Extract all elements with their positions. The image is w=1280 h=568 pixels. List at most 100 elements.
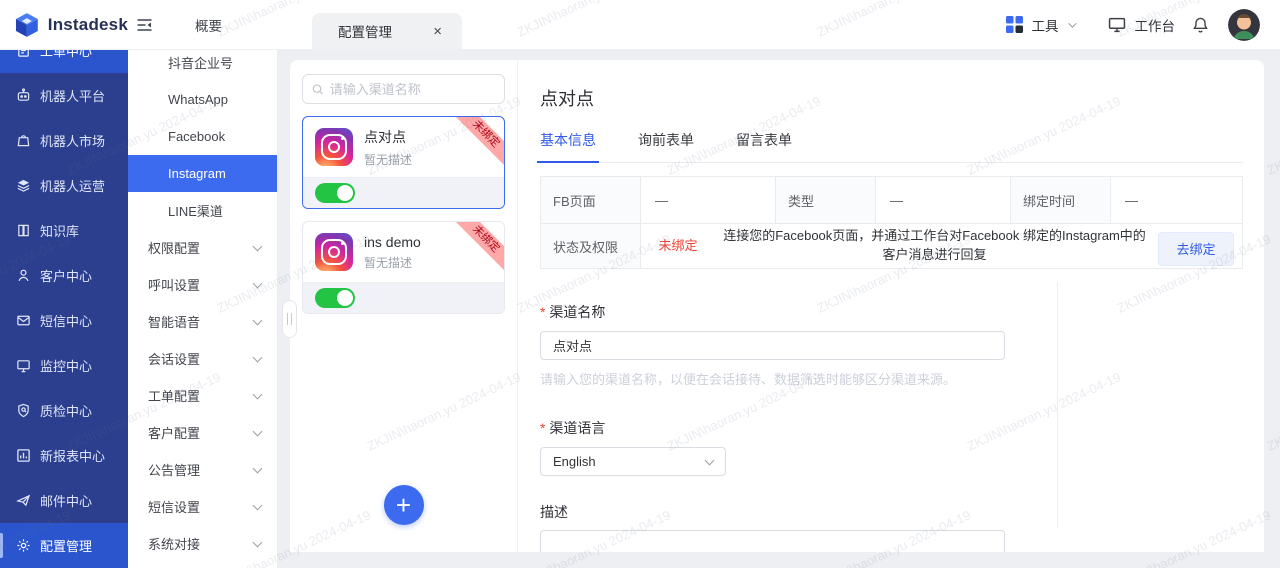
- chevron-down-icon: [253, 352, 263, 362]
- binding-info-table: FB页面 — 类型 — 绑定时间 — 状态及权限 未绑定 连接您的Faceboo…: [540, 176, 1243, 269]
- channel-card-title: 点对点: [364, 127, 412, 147]
- go-bind-button[interactable]: 去绑定: [1158, 232, 1234, 266]
- chevron-down-icon: [705, 455, 715, 465]
- sidebar-item-report-center[interactable]: 新报表中心: [0, 433, 128, 478]
- channel-card-ins-demo[interactable]: ins demo 暂无描述 未绑定: [302, 221, 505, 314]
- sidebar-item-monitor-center[interactable]: 监控中心: [0, 343, 128, 388]
- sidebar-item-knowledge-base[interactable]: 知识库: [0, 208, 128, 253]
- workbench-link[interactable]: 工作台: [1135, 15, 1176, 35]
- submenu-group-label: 公告管理: [148, 460, 200, 479]
- submenu-group-system-integration[interactable]: 系统对接: [128, 525, 277, 562]
- workbench-monitor-icon[interactable]: [1108, 16, 1126, 33]
- submenu-item-instagram[interactable]: Instagram: [128, 155, 277, 192]
- app-title: Instadesk: [48, 15, 128, 35]
- submenu-group-session-settings[interactable]: 会话设置: [128, 340, 277, 377]
- channel-enabled-toggle[interactable]: [315, 288, 355, 308]
- submenu-group-workorder-config[interactable]: 工单配置: [128, 377, 277, 414]
- tools-grid-icon[interactable]: [1006, 16, 1023, 33]
- main-content-card: 点对点 暂无描述 未绑定 ins demo 暂无描述: [290, 60, 1264, 552]
- add-channel-button[interactable]: +: [384, 485, 424, 525]
- instagram-icon: [315, 128, 353, 166]
- notification-bell-icon[interactable]: [1192, 16, 1209, 34]
- channel-card-title: ins demo: [364, 234, 421, 250]
- submenu-group-sms-settings[interactable]: 短信设置: [128, 488, 277, 525]
- sidebar-item-config-management[interactable]: 配置管理: [0, 523, 128, 568]
- sidebar-item-robot-operations[interactable]: 机器人运营: [0, 163, 128, 208]
- tab-pre-chat-form[interactable]: 询前表单: [638, 130, 694, 162]
- submenu-group-permission-config[interactable]: 权限配置: [128, 229, 277, 266]
- submenu-item-whatsapp[interactable]: WhatsApp: [128, 81, 277, 118]
- sidebar-item-label: 机器人市场: [40, 131, 105, 150]
- robot-market-icon: [16, 133, 31, 148]
- sidebar-item-label: 短信中心: [40, 311, 92, 330]
- tab-message-form[interactable]: 留言表单: [736, 130, 792, 162]
- sidebar-item-customer-center[interactable]: 客户中心: [0, 253, 128, 298]
- top-bar: Instadesk 概要 配置管理 × 工具 工作台: [0, 0, 1280, 50]
- channel-search-input[interactable]: [330, 82, 495, 97]
- close-tab-icon[interactable]: ×: [433, 24, 442, 39]
- chevron-down-icon: [253, 537, 263, 547]
- panel-collapse-handle[interactable]: [282, 300, 297, 338]
- user-avatar[interactable]: [1228, 9, 1260, 41]
- sidebar-item-label: 新报表中心: [40, 446, 105, 465]
- mail-center-icon: [16, 493, 31, 508]
- chevron-down-icon: [1068, 19, 1076, 27]
- submenu-group-customer-config[interactable]: 客户配置: [128, 414, 277, 451]
- chevron-down-icon: [253, 500, 263, 510]
- work-order-icon: [16, 50, 31, 58]
- type-label: 类型: [776, 177, 876, 223]
- submenu-item-douyin[interactable]: 抖音企业号: [128, 50, 277, 81]
- page-tab-config-active[interactable]: 配置管理 ×: [312, 13, 462, 49]
- sidebar-item-mail-center[interactable]: 邮件中心: [0, 478, 128, 523]
- sms-center-icon: [16, 313, 31, 328]
- submenu-group-label: 短信设置: [148, 497, 200, 516]
- chevron-down-icon: [253, 278, 263, 288]
- robot-platform-icon: [16, 88, 31, 103]
- sidebar-item-robot-market[interactable]: 机器人市场: [0, 118, 128, 163]
- submenu-item-label: Instagram: [168, 166, 226, 181]
- sidebar-item-sms-center[interactable]: 短信中心: [0, 298, 128, 343]
- channel-name-label: 渠道名称: [540, 302, 1264, 322]
- channel-card-p2p[interactable]: 点对点 暂无描述 未绑定: [302, 116, 505, 209]
- submenu-group-announcement[interactable]: 公告管理: [128, 451, 277, 488]
- sidebar-item-label: 机器人平台: [40, 86, 105, 105]
- channel-search[interactable]: [302, 74, 505, 104]
- sidebar-item-label: 知识库: [40, 221, 79, 240]
- submenu-group-call-settings[interactable]: 呼叫设置: [128, 266, 277, 303]
- customer-center-icon: [16, 268, 31, 283]
- primary-sidebar: 工单中心 机器人平台 机器人市场 机器人运营 知识库: [0, 50, 128, 568]
- instadesk-logo-icon: [14, 12, 40, 38]
- submenu-group-label: 会话设置: [148, 349, 200, 368]
- bind-time-label: 绑定时间: [1011, 177, 1111, 223]
- channel-detail-pane: 点对点 基本信息 询前表单 留言表单 FB页面 — 类型 — 绑定时间 — 状态…: [518, 60, 1264, 552]
- sidebar-item-label: 配置管理: [40, 536, 92, 555]
- status-permission-label: 状态及权限: [541, 224, 641, 268]
- submenu-group-smart-voice[interactable]: 智能语音: [128, 303, 277, 340]
- submenu-item-line[interactable]: LINE渠道: [128, 192, 277, 229]
- status-badge: 未绑定: [641, 224, 715, 268]
- knowledge-base-icon: [16, 223, 31, 238]
- submenu-item-facebook[interactable]: Facebook: [128, 118, 277, 155]
- quality-center-icon: [16, 403, 31, 418]
- bind-time-value: —: [1111, 177, 1242, 223]
- menu-fold-icon[interactable]: [136, 17, 153, 33]
- secondary-sidebar: 抖音企业号 WhatsApp Facebook Instagram LINE渠道…: [128, 50, 278, 568]
- sidebar-item-work-order-center[interactable]: 工单中心: [0, 50, 128, 73]
- tab-basic-info[interactable]: 基本信息: [540, 130, 596, 162]
- tools-menu[interactable]: 工具: [1032, 15, 1059, 35]
- robot-ops-icon: [16, 178, 31, 193]
- channel-name-input[interactable]: [540, 331, 1005, 360]
- sidebar-item-label: 工单中心: [40, 50, 92, 60]
- instagram-icon: [315, 233, 353, 271]
- channel-enabled-toggle[interactable]: [315, 183, 355, 203]
- description-textarea[interactable]: [540, 530, 1005, 552]
- sidebar-item-robot-platform[interactable]: 机器人平台: [0, 73, 128, 118]
- submenu-group-label: 智能语音: [148, 312, 200, 331]
- chevron-down-icon: [253, 389, 263, 399]
- submenu-item-label: Facebook: [168, 129, 225, 144]
- sidebar-item-quality-center[interactable]: 质检中心: [0, 388, 128, 433]
- submenu-item-label: 抖音企业号: [168, 53, 233, 72]
- page-tab-overview[interactable]: 概要: [195, 15, 222, 35]
- channel-language-select[interactable]: English: [540, 447, 726, 476]
- submenu-group-label: 工单配置: [148, 386, 200, 405]
